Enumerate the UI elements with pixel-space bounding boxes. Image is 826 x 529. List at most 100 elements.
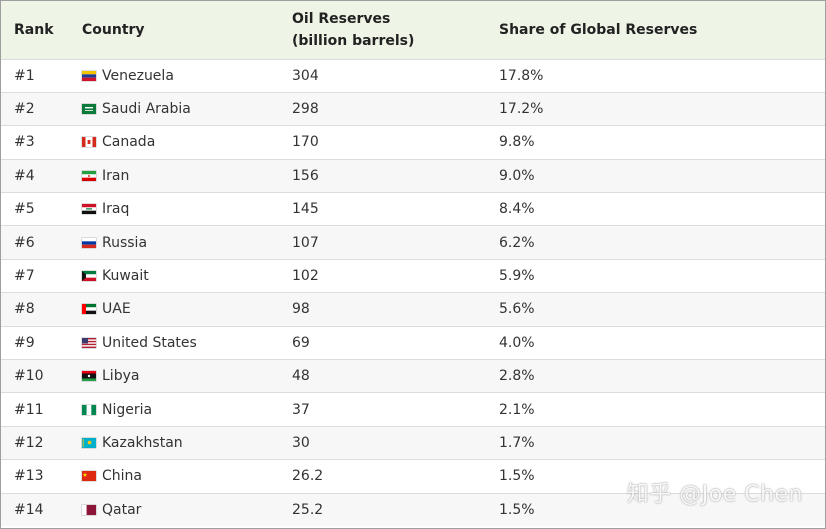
country-name: Nigeria — [102, 401, 153, 418]
country-name: Qatar — [102, 502, 142, 519]
share-cell: 9.8% — [499, 134, 535, 151]
share-cell: 17.8% — [499, 67, 544, 84]
oil-reserves-header-line1: Oil Reserves — [292, 10, 391, 27]
table-row[interactable]: #9 United States 69 4.0% — [1, 326, 825, 360]
rank-column-header[interactable]: Rank — [1, 1, 69, 59]
country-cell: UAE — [69, 293, 279, 326]
rank-cell: #5 — [14, 201, 35, 218]
reserves-table-frame: Rank Country Oil Reserves (billion barre… — [0, 0, 826, 529]
table-row[interactable]: #14 Qatar 25.2 1.5% — [1, 493, 825, 527]
share-cell: 1.7% — [499, 434, 535, 451]
rank-cell: #3 — [14, 134, 35, 151]
country-cell: Canada — [69, 126, 279, 159]
table-row[interactable]: #10 Libya 48 2.8% — [1, 359, 825, 393]
rank-cell: #6 — [14, 234, 35, 251]
saudi-arabia-flag-icon — [82, 104, 96, 115]
oil-reserves-cell: 156 — [292, 167, 319, 184]
country-cell: Russia — [69, 226, 279, 259]
libya-flag-icon — [82, 371, 96, 382]
nigeria-flag-icon — [82, 404, 96, 415]
table-row[interactable]: #6 Russia 107 6.2% — [1, 225, 825, 260]
share-cell: 2.8% — [499, 368, 535, 385]
oil-reserves-cell: 304 — [292, 67, 319, 84]
country-name: Iran — [102, 167, 130, 184]
country-cell: Iraq — [69, 193, 279, 226]
share-cell: 5.6% — [499, 301, 535, 318]
country-cell: China — [69, 460, 279, 493]
table-row[interactable]: #7 Kuwait 102 5.9% — [1, 259, 825, 293]
country-cell: Libya — [69, 360, 279, 393]
rank-cell: #11 — [14, 401, 44, 418]
iran-flag-icon — [82, 170, 96, 181]
oil-reserves-cell: 145 — [292, 201, 319, 218]
country-name: Kazakhstan — [102, 434, 183, 451]
oil-reserves-cell: 69 — [292, 334, 310, 351]
country-cell: United States — [69, 326, 279, 359]
rank-cell: #2 — [14, 101, 35, 118]
oil-reserves-cell: 26.2 — [292, 468, 324, 485]
country-cell: Iran — [69, 159, 279, 192]
country-cell: Kazakhstan — [69, 426, 279, 459]
country-name: UAE — [102, 301, 131, 318]
oil-reserves-cell: 30 — [292, 434, 310, 451]
share-cell: 9.0% — [499, 167, 535, 184]
oil-reserves-cell: 37 — [292, 401, 310, 418]
rank-cell: #12 — [14, 434, 44, 451]
country-cell: Qatar — [69, 493, 279, 526]
country-column-header[interactable]: Country — [69, 1, 279, 59]
uae-flag-icon — [82, 304, 96, 315]
share-cell: 8.4% — [499, 201, 535, 218]
share-cell: 6.2% — [499, 234, 535, 251]
table-row[interactable]: #1 Venezuela 304 17.8% — [1, 59, 825, 93]
rank-cell: #8 — [14, 301, 35, 318]
table-row[interactable]: #5 Iraq 145 8.4% — [1, 192, 825, 226]
country-name: Canada — [102, 134, 156, 151]
venezuela-flag-icon — [82, 70, 96, 81]
oil-reserves-cell: 25.2 — [292, 502, 324, 519]
country-cell: Venezuela — [69, 59, 279, 92]
share-column-header[interactable]: Share of Global Reserves — [486, 1, 825, 59]
iraq-flag-icon — [82, 204, 96, 215]
rank-cell: #10 — [14, 368, 44, 385]
table-row[interactable]: #8 UAE 98 5.6% — [1, 292, 825, 327]
table-row[interactable]: #11 Nigeria 37 2.1% — [1, 392, 825, 427]
country-name: United States — [102, 334, 197, 351]
rank-cell: #14 — [14, 502, 44, 519]
table-row[interactable]: #3 Canada 170 9.8% — [1, 125, 825, 160]
qatar-flag-icon — [82, 505, 96, 516]
rank-cell: #1 — [14, 67, 35, 84]
oil-reserves-header-line2: (billion barrels) — [292, 32, 415, 49]
table-row[interactable]: #12 Kazakhstan 30 1.7% — [1, 426, 825, 460]
kazakhstan-flag-icon — [82, 437, 96, 448]
share-cell: 1.5% — [499, 502, 535, 519]
country-cell: Kuwait — [69, 259, 279, 292]
canada-flag-icon — [82, 137, 96, 148]
share-cell: 2.1% — [499, 401, 535, 418]
table-row[interactable]: #13 China 26.2 1.5% — [1, 459, 825, 494]
oil-reserves-cell: 107 — [292, 234, 319, 251]
oil-reserves-column-header[interactable]: Oil Reserves (billion barrels) — [279, 1, 486, 59]
country-name: Saudi Arabia — [102, 101, 191, 118]
country-cell: Saudi Arabia — [69, 92, 279, 125]
oil-reserves-table: Rank Country Oil Reserves (billion barre… — [1, 1, 825, 527]
kuwait-flag-icon — [82, 271, 96, 282]
country-name: Libya — [102, 368, 140, 385]
country-name: China — [102, 468, 142, 485]
rank-cell: #13 — [14, 468, 44, 485]
share-cell: 17.2% — [499, 101, 544, 118]
country-name: Kuwait — [102, 268, 149, 285]
oil-reserves-cell: 48 — [292, 368, 310, 385]
country-cell: Nigeria — [69, 393, 279, 426]
table-row[interactable]: #4 Iran 156 9.0% — [1, 159, 825, 193]
rank-cell: #7 — [14, 268, 35, 285]
oil-reserves-cell: 102 — [292, 268, 319, 285]
china-flag-icon — [82, 471, 96, 482]
country-name: Russia — [102, 234, 148, 251]
rank-cell: #4 — [14, 167, 35, 184]
country-name: Venezuela — [102, 67, 174, 84]
share-cell: 5.9% — [499, 268, 535, 285]
oil-reserves-cell: 298 — [292, 101, 319, 118]
table-row[interactable]: #2 Saudi Arabia 298 17.2% — [1, 92, 825, 126]
russia-flag-icon — [82, 237, 96, 248]
oil-reserves-cell: 98 — [292, 301, 310, 318]
